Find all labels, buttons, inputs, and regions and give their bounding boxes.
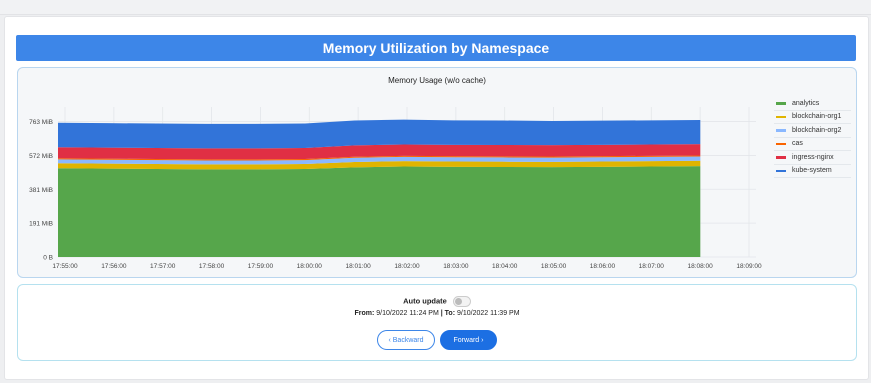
page-title-banner: Memory Utilization by Namespace	[16, 35, 856, 61]
legend-item-kube-system[interactable]: kube-system	[774, 165, 851, 178]
legend-swatch	[776, 169, 786, 172]
x-tick-label: 17:56:00	[101, 263, 127, 270]
legend-item-cas[interactable]: cas	[774, 138, 851, 151]
legend-swatch	[776, 156, 786, 159]
navigation-buttons: ‹ Backward Forward ›	[18, 330, 856, 350]
x-tick-label: 18:03:00	[443, 263, 469, 270]
legend-label: blockchain-org1	[792, 113, 842, 121]
legend-item-blockchain-org1[interactable]: blockchain-org1	[774, 111, 851, 124]
legend-swatch	[776, 129, 786, 132]
x-tick-label: 17:59:00	[248, 263, 274, 270]
time-controls-panel: Auto update From: 9/10/2022 11:24 PM | T…	[17, 284, 857, 361]
legend-label: analytics	[792, 99, 820, 107]
chart-panel: Memory Usage (w/o cache) 0 B 191 MiB 381 M…	[17, 67, 857, 278]
legend-item-analytics[interactable]: analytics	[774, 97, 851, 111]
area-analytics	[58, 166, 701, 257]
legend-swatch	[776, 142, 786, 145]
y-tick-label: 763 MiB	[29, 119, 53, 126]
area-kube-system	[58, 119, 701, 149]
legend-label: cas	[792, 140, 803, 148]
range-separator: |	[440, 310, 443, 317]
from-value: 9/10/2022 11:24 PM	[376, 310, 439, 317]
legend-label: blockchain-org2	[792, 126, 842, 134]
x-tick-label: 18:08:00	[687, 263, 713, 270]
x-tick-label: 17:57:00	[150, 263, 176, 270]
memory-usage-chart: 0 B 191 MiB 381 MiB 572 MiB 763 MiB 17:55:00 1…	[29, 107, 762, 270]
x-tick-label: 17:58:00	[199, 263, 225, 270]
auto-update-label: Auto update	[403, 296, 447, 306]
x-tick-label: 17:55:00	[52, 263, 78, 270]
legend-label: ingress-nginx	[792, 153, 834, 161]
backward-button[interactable]: ‹ Backward	[377, 330, 435, 350]
legend-item-blockchain-org2[interactable]: blockchain-org2	[774, 124, 851, 138]
x-tick-label: 18:01:00	[345, 263, 371, 270]
y-tick-label: 0 B	[43, 255, 53, 262]
x-tick-label: 18:04:00	[492, 263, 518, 270]
legend-item-ingress-nginx[interactable]: ingress-nginx	[774, 151, 851, 165]
x-tick-label: 18:00:00	[297, 263, 323, 270]
auto-update-toggle[interactable]	[452, 296, 471, 307]
y-tick-label: 191 MiB	[29, 221, 53, 228]
y-tick-label: 381 MiB	[29, 187, 53, 194]
y-tick-label: 572 MiB	[29, 153, 53, 160]
legend-swatch	[776, 102, 786, 105]
from-label: From:	[354, 310, 375, 317]
x-tick-label: 18:02:00	[394, 263, 420, 270]
x-tick-label: 18:09:00	[736, 263, 762, 270]
toggle-knob	[454, 298, 462, 305]
x-tick-label: 18:05:00	[541, 263, 567, 270]
x-tick-label: 18:06:00	[590, 263, 616, 270]
to-value: 9/10/2022 11:39 PM	[457, 310, 520, 317]
forward-button[interactable]: Forward ›	[440, 330, 497, 350]
auto-update-row: Auto update	[18, 296, 856, 307]
x-tick-label: 18:07:00	[639, 263, 665, 270]
to-label: To:	[444, 310, 456, 317]
time-range-text: From: 9/10/2022 11:24 PM | To: 9/10/2022…	[18, 310, 856, 317]
legend-label: kube-system	[792, 167, 832, 175]
chart-legend: analytics blockchain-org1 blockchain-org2 c…	[774, 97, 851, 178]
top-strip	[0, 0, 871, 15]
legend-swatch	[776, 115, 786, 118]
